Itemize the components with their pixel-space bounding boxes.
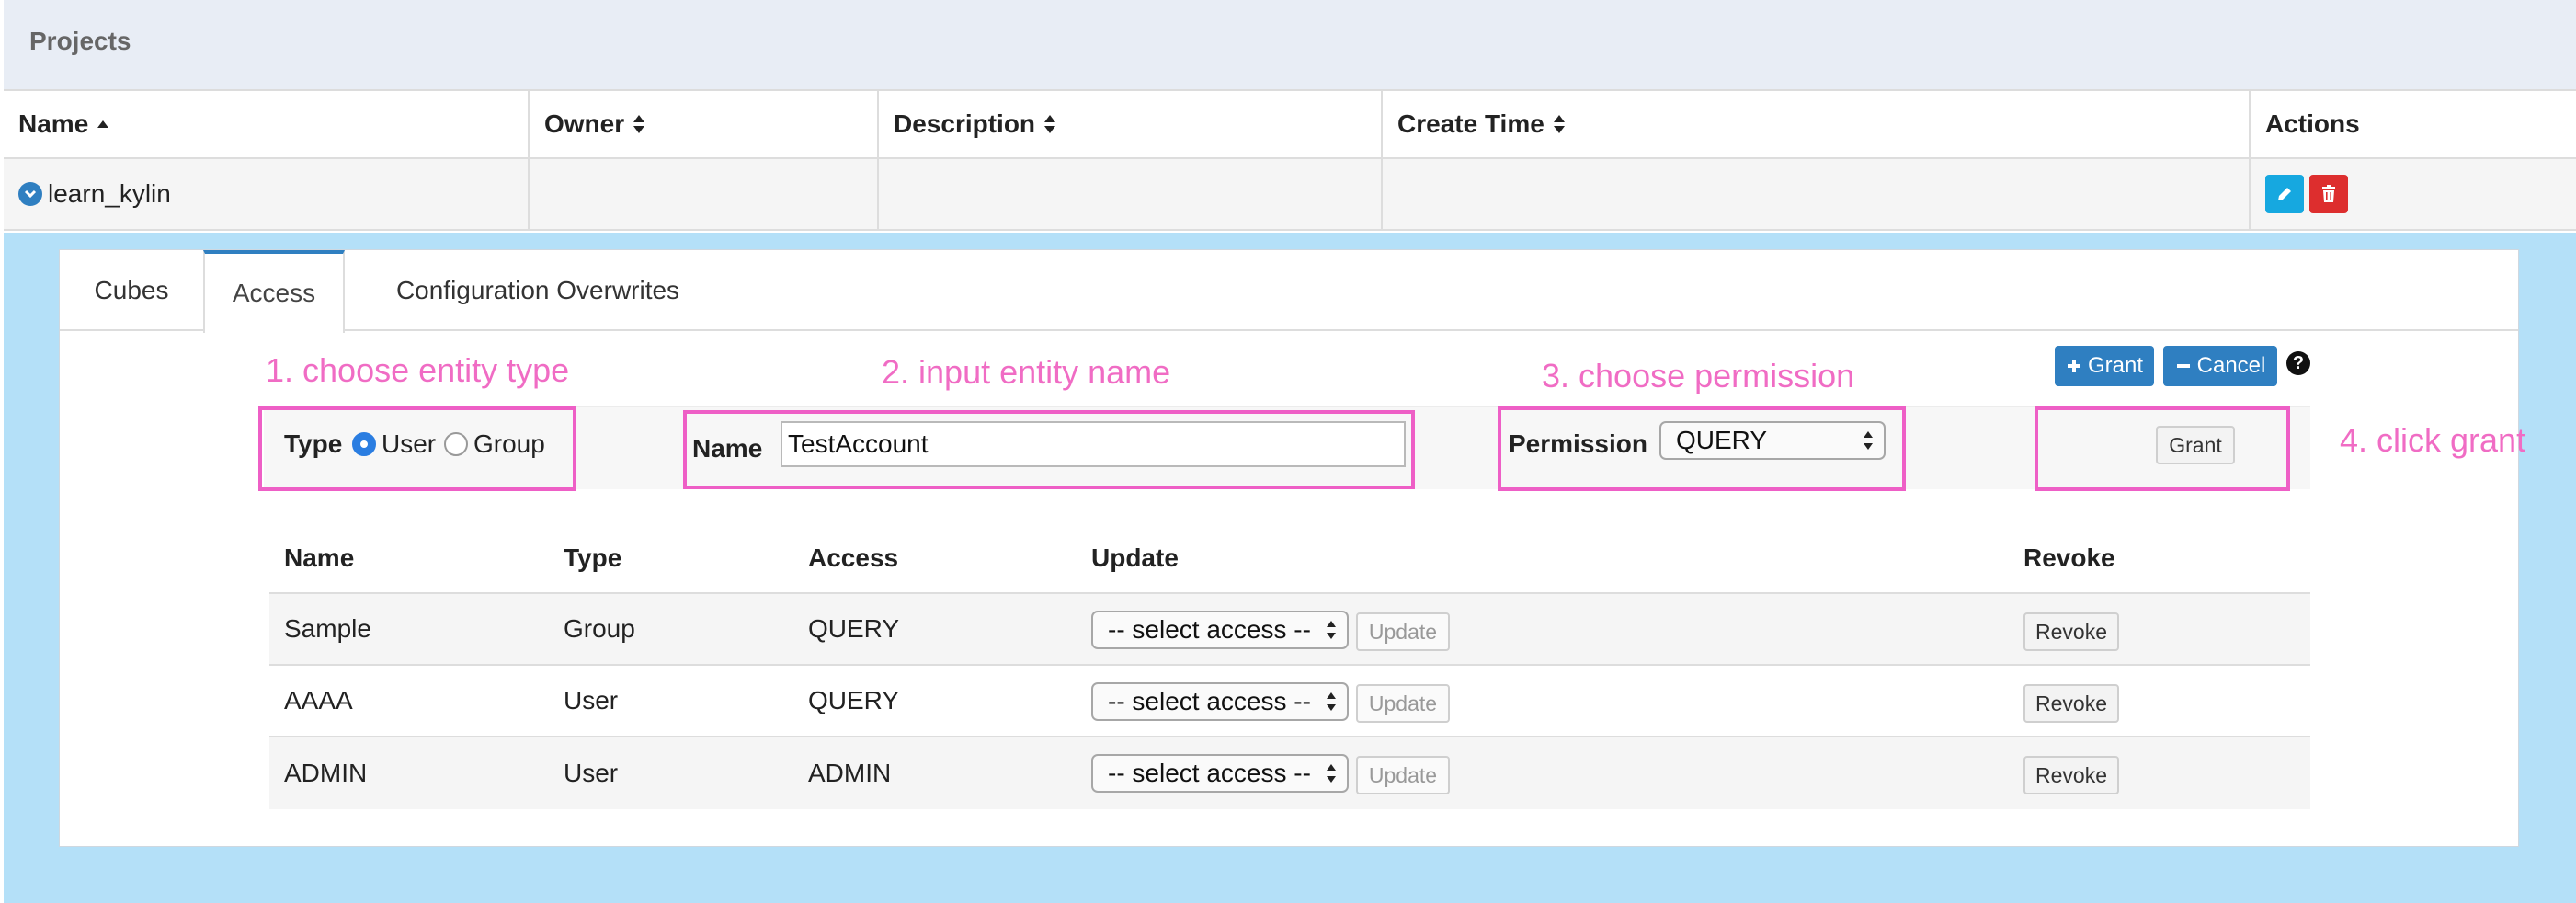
access-select[interactable]: -- select access -- (1091, 682, 1349, 721)
access-select[interactable]: -- select access -- (1091, 754, 1349, 793)
tab-configuration-overwrites[interactable]: Configuration Overwrites (345, 250, 731, 331)
table-row: Sample Group QUERY -- select access -- U… (269, 594, 2310, 666)
access-table-header: Name Type Access Update Revoke (269, 524, 2310, 594)
access-col-revoke: Revoke (2023, 543, 2115, 572)
table-row: ADMIN User ADMIN -- select access -- Upd… (269, 737, 2310, 809)
update-button[interactable]: Update (1356, 756, 1450, 794)
sort-icon (1043, 114, 1057, 134)
update-button[interactable]: Update (1356, 684, 1450, 723)
access-entity-name: Sample (284, 614, 371, 643)
expand-icon[interactable] (18, 182, 42, 206)
project-name-cell: learn_kylin (4, 159, 530, 229)
trash-icon (2322, 185, 2335, 202)
highlight-box-grant (2035, 406, 2290, 491)
highlight-box-type (258, 406, 576, 491)
access-entity-name: AAAA (284, 686, 353, 714)
add-grant-button[interactable]: Grant (2055, 346, 2154, 386)
select-arrows-icon (1325, 761, 1338, 792)
projects-table-header: Name Owner Description Create Time Actio… (4, 91, 2576, 159)
table-row[interactable]: learn_kylin (4, 159, 2576, 231)
access-entity-type: User (564, 686, 619, 714)
column-header-create-time-label: Create Time (1397, 109, 1544, 138)
access-col-access: Access (808, 543, 899, 572)
column-header-name[interactable]: Name (4, 91, 530, 157)
access-entity-name: ADMIN (284, 759, 368, 787)
cancel-button[interactable]: Cancel (2163, 346, 2277, 386)
sort-icon (1552, 114, 1567, 134)
minus-icon (2176, 364, 2190, 368)
access-col-update: Update (1091, 543, 1179, 572)
column-header-owner-label: Owner (544, 109, 625, 138)
highlight-box-permission (1498, 406, 1906, 491)
column-header-name-label: Name (18, 109, 89, 138)
tab-cubes[interactable]: Cubes (60, 250, 203, 331)
column-header-description-label: Description (894, 109, 1036, 138)
access-entity-type: User (564, 759, 619, 787)
revoke-button[interactable]: Revoke (2023, 684, 2119, 723)
access-select[interactable]: -- select access -- (1091, 611, 1349, 649)
column-header-actions-label: Actions (2265, 109, 2360, 138)
projects-header: Projects (4, 0, 2576, 91)
access-entity-access: ADMIN (808, 759, 892, 787)
project-owner-cell (530, 159, 879, 229)
pencil-icon (2278, 188, 2291, 200)
add-grant-label: Grant (2087, 353, 2144, 378)
page-title: Projects (29, 27, 131, 55)
access-entity-access: QUERY (808, 686, 900, 714)
annotation-step1: 1. choose entity type (266, 351, 570, 389)
annotation-step4: 4. click grant (2340, 421, 2526, 459)
revoke-button[interactable]: Revoke (2023, 756, 2119, 794)
select-arrows-icon (1325, 618, 1338, 648)
delete-button[interactable] (2309, 175, 2348, 213)
edit-button[interactable] (2265, 175, 2304, 213)
column-header-create-time[interactable]: Create Time (1383, 91, 2251, 157)
update-button[interactable]: Update (1356, 612, 1450, 651)
column-header-owner[interactable]: Owner (530, 91, 879, 157)
cancel-label: Cancel (2196, 353, 2266, 378)
revoke-button[interactable]: Revoke (2023, 612, 2119, 651)
tab-bar: Cubes Access Configuration Overwrites (60, 250, 2518, 333)
access-select-value: -- select access -- (1108, 615, 1311, 644)
table-row: AAAA User QUERY -- select access -- Upda… (269, 666, 2310, 737)
tab-access[interactable]: Access (203, 250, 345, 333)
sort-icon (632, 114, 646, 134)
highlight-box-name (683, 410, 1415, 489)
annotation-step3: 3. choose permission (1542, 357, 1855, 394)
plus-icon (2067, 360, 2080, 372)
access-entity-access: QUERY (808, 614, 900, 643)
sort-asc-icon (96, 119, 110, 130)
project-actions-cell (2251, 159, 2576, 229)
project-create-time-cell (1383, 159, 2251, 229)
project-description-cell (879, 159, 1383, 229)
access-col-type: Type (564, 543, 622, 572)
annotation-step2: 2. input entity name (882, 353, 1171, 391)
access-entity-type: Group (564, 614, 635, 643)
access-select-value: -- select access -- (1108, 687, 1311, 715)
access-col-name: Name (284, 543, 355, 572)
project-detail-panel: Cubes Access Configuration Overwrites 1.… (59, 249, 2525, 847)
help-icon[interactable]: ? (2286, 351, 2310, 375)
access-select-value: -- select access -- (1108, 759, 1311, 787)
project-detail-area: Cubes Access Configuration Overwrites 1.… (4, 233, 2576, 903)
column-header-actions: Actions (2251, 91, 2576, 157)
select-arrows-icon (1325, 690, 1338, 720)
column-header-description[interactable]: Description (879, 91, 1383, 157)
project-name: learn_kylin (48, 179, 171, 208)
